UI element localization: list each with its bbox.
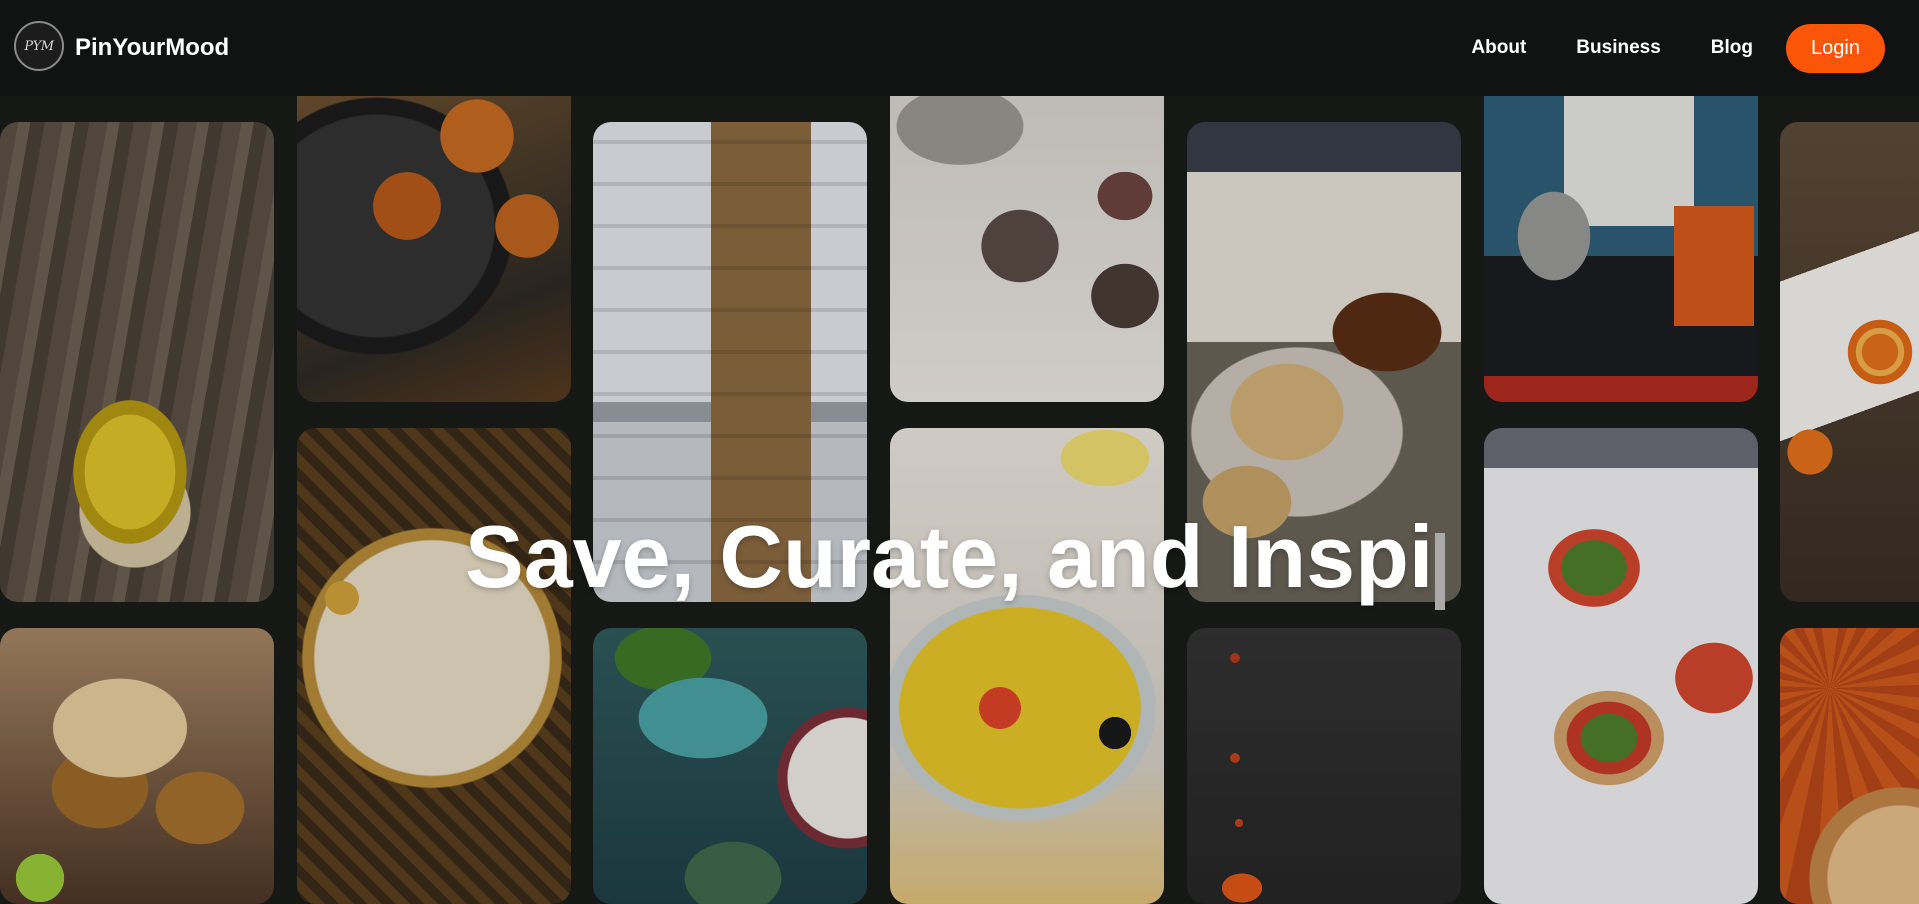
hero-headline: Save, Curate, and Inspi (465, 507, 1434, 606)
nav-link-about[interactable]: About (1471, 37, 1526, 59)
gallery-tile-pulao[interactable] (890, 428, 1164, 904)
brand-name[interactable]: PinYourMood (75, 32, 229, 64)
login-button[interactable]: Login (1786, 23, 1885, 73)
top-navbar: PYM PinYourMood About Business Blog Logi… (0, 0, 1919, 96)
nav-link-blog[interactable]: Blog (1711, 37, 1753, 59)
gallery-tile-vada-pav[interactable] (0, 628, 274, 904)
gallery-tile-chai[interactable] (890, 96, 1164, 402)
gallery-tile-salad[interactable] (593, 628, 867, 904)
brand-logo[interactable]: PYM (14, 21, 64, 71)
gallery-tile-sandwich[interactable] (1780, 628, 1919, 904)
gallery-tile-jalebi[interactable] (1780, 122, 1919, 602)
nav-link-business[interactable]: Business (1576, 37, 1660, 59)
gallery-tile-chai-stall[interactable] (1484, 96, 1758, 402)
gallery-tile-kheer[interactable] (297, 428, 571, 904)
gallery-tile-fried-snack[interactable] (297, 96, 571, 402)
gallery-tile-lassi[interactable] (0, 122, 274, 602)
gallery-tile-chaat[interactable] (1484, 428, 1758, 904)
gallery-tile-sauce-drip[interactable] (1187, 628, 1461, 904)
image-masonry-grid (0, 0, 1919, 904)
typing-caret (1435, 533, 1445, 610)
nav-links: About Business Blog Login (1471, 0, 1919, 96)
